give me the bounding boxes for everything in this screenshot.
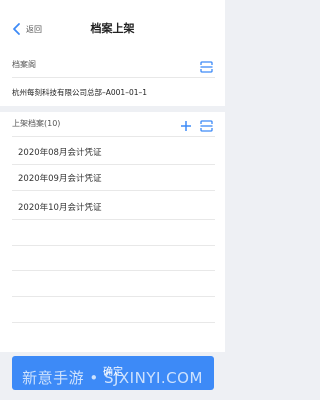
plus-icon[interactable] xyxy=(180,117,192,131)
divider xyxy=(12,190,215,191)
divider xyxy=(12,219,215,220)
list-item[interactable]: 2020年08月会计凭证 xyxy=(18,146,101,158)
divider xyxy=(12,296,215,297)
divider xyxy=(12,270,215,271)
archive-section-label: 档案阁 xyxy=(12,60,36,69)
divider xyxy=(12,136,215,137)
confirm-button[interactable]: 确定 xyxy=(12,356,214,390)
navigation-bar: 返回 档案上架 xyxy=(0,0,225,54)
list-item[interactable]: 2020年09月会计凭证 xyxy=(18,172,101,184)
list-item[interactable]: 2020年10月会计凭证 xyxy=(18,201,101,213)
scan-icon[interactable] xyxy=(200,58,213,73)
divider xyxy=(12,245,215,246)
divider xyxy=(12,322,215,323)
divider xyxy=(12,77,215,78)
page-title: 档案上架 xyxy=(90,22,135,35)
divider xyxy=(12,164,215,165)
archive-location-value: 杭州每刻科技有限公司总部–A001–01–1 xyxy=(12,88,148,97)
shelf-section-label: 上架档案(10) xyxy=(12,119,61,128)
scan-icon[interactable] xyxy=(200,117,213,132)
